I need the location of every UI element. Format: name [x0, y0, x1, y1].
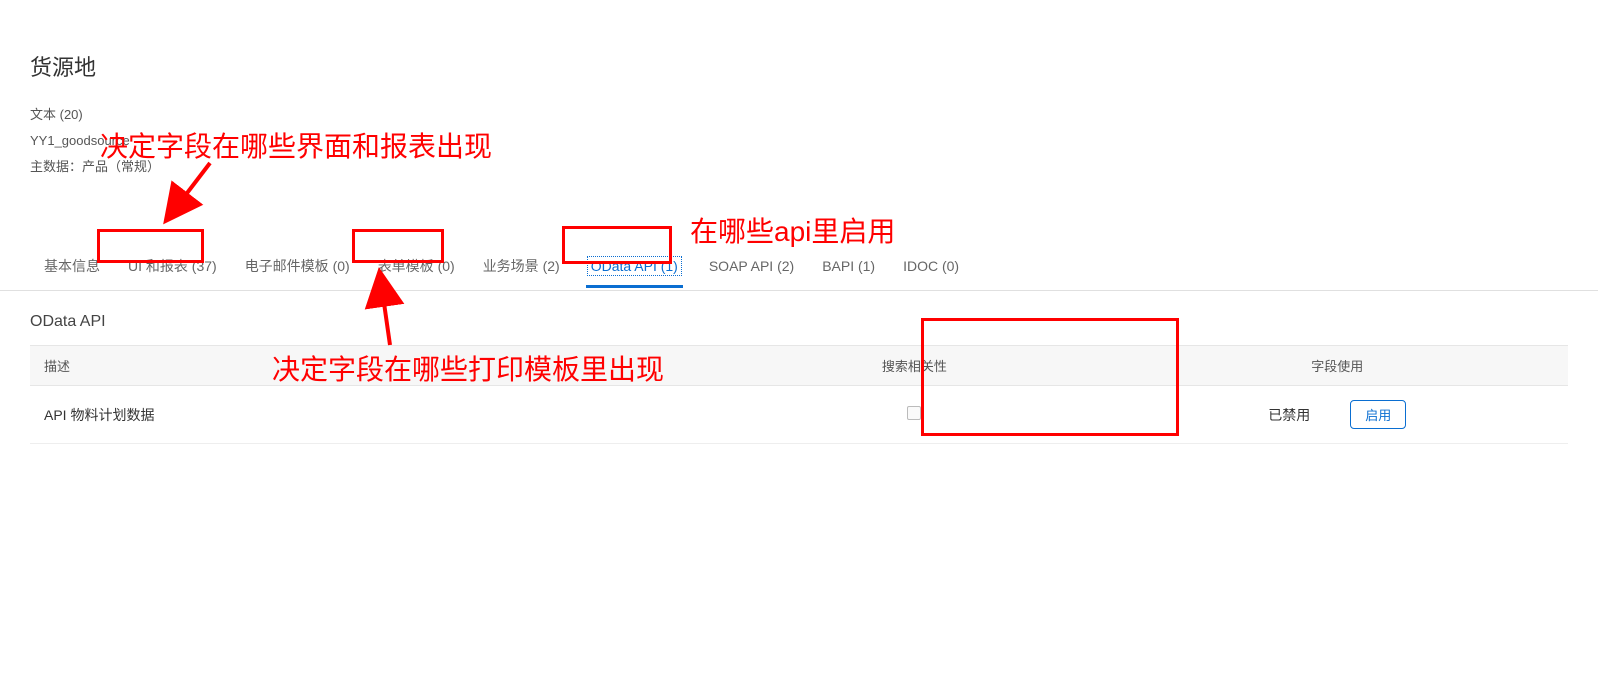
cell-desc: API 物料计划数据	[30, 386, 722, 444]
meta-text: 文本 (20)	[30, 102, 1568, 128]
tab-bapi[interactable]: BAPI (1)	[808, 244, 889, 288]
tab-ui-reports[interactable]: UI 和报表 (37)	[114, 242, 231, 290]
cell-usage: 已禁用 启用	[1107, 386, 1568, 444]
tab-bar: 基本信息 UI 和报表 (37) 电子邮件模板 (0) 表单模板 (0) 业务场…	[0, 242, 1598, 291]
enable-button[interactable]: 启用	[1350, 400, 1406, 429]
odata-table: 描述 搜索相关性 字段使用 API 物料计划数据 已禁用 启用	[30, 345, 1568, 444]
column-header-search: 搜索相关性	[722, 346, 1107, 386]
section-title: OData API	[30, 313, 1568, 331]
tab-email-templates[interactable]: 电子邮件模板 (0)	[231, 242, 364, 290]
table-header-row: 描述 搜索相关性 字段使用	[30, 346, 1568, 386]
page-header: 货源地 文本 (20) YY1_goodsource 主数据：产品（常规）	[0, 0, 1598, 200]
tab-odata-api[interactable]: OData API (1)	[574, 244, 695, 288]
status-text: 已禁用	[1268, 405, 1310, 425]
cell-search	[722, 386, 1107, 444]
tab-soap-api[interactable]: SOAP API (2)	[695, 244, 808, 288]
meta-master: 主数据：产品（常规）	[30, 154, 1568, 180]
column-header-usage: 字段使用	[1107, 346, 1568, 386]
meta-source: YY1_goodsource	[30, 128, 1568, 154]
column-header-desc: 描述	[30, 346, 722, 386]
page-title: 货源地	[30, 50, 1568, 82]
section-odata-api: OData API 描述 搜索相关性 字段使用 API 物料计划数据 已禁用 启…	[0, 291, 1598, 454]
table-row: API 物料计划数据 已禁用 启用	[30, 386, 1568, 444]
tab-idoc[interactable]: IDOC (0)	[889, 244, 973, 288]
tab-basic-info[interactable]: 基本信息	[30, 242, 114, 290]
tab-business-scenarios[interactable]: 业务场景 (2)	[469, 242, 574, 290]
tab-form-templates[interactable]: 表单模板 (0)	[364, 242, 469, 290]
search-checkbox[interactable]	[907, 406, 921, 420]
